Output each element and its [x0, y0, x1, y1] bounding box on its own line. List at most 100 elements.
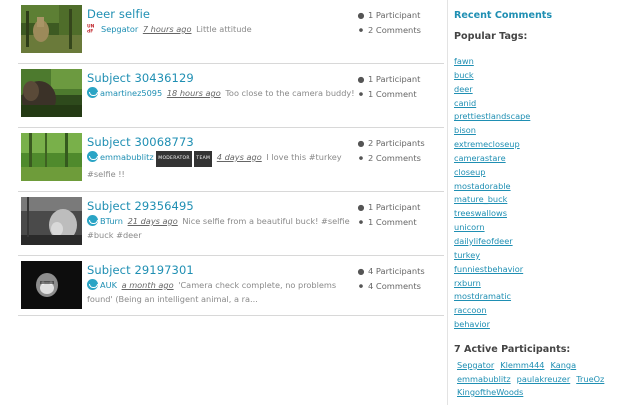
thread-title[interactable]: Subject 29356495 — [87, 199, 194, 213]
speech-bubble-icon: ⚫ — [357, 26, 365, 35]
tag-link[interactable]: unicorn — [454, 222, 485, 232]
popular-tags-list: fawn buck deer canid prettiestlandscape … — [454, 55, 530, 332]
comment-count: 2 Comments — [368, 25, 421, 35]
thread-title[interactable]: Deer selfie — [87, 7, 150, 21]
comment-count: 4 Comments — [368, 281, 421, 291]
avatar — [87, 215, 98, 226]
comment-text: Little attitude — [196, 24, 252, 34]
user-icon: ● — [357, 267, 365, 276]
tag-link[interactable]: mature_buck — [454, 194, 507, 204]
thread-row: Subject 29356495 BTurn 21 days ago Nice … — [18, 192, 444, 256]
avatar — [87, 279, 98, 290]
comment-time-link[interactable]: 4 days ago — [217, 152, 262, 162]
comment-text: Nice selfie from a beautiful buck! #self… — [87, 216, 350, 240]
tag-link[interactable]: mostadorable — [454, 181, 511, 191]
comment-author-link[interactable]: AUK — [100, 280, 117, 290]
participant-link[interactable]: emmabublitz — [457, 373, 511, 387]
speech-bubble-icon: ⚫ — [357, 218, 365, 227]
tag-link[interactable]: rxburn — [454, 278, 481, 288]
thread-thumbnail[interactable] — [21, 69, 82, 117]
comment-author-link[interactable]: emmabublitz — [100, 152, 154, 162]
comment-count: 2 Comments — [368, 153, 421, 163]
tag-link[interactable]: bison — [454, 125, 476, 135]
comment-time-link[interactable]: 7 hours ago — [143, 24, 192, 34]
speech-bubble-icon: ⚫ — [357, 90, 365, 99]
tag-link[interactable]: closeup — [454, 167, 485, 177]
discussion-list: Deer selfie UN dF Sepgator 7 hours ago Lit… — [18, 0, 444, 405]
thread-thumbnail[interactable] — [21, 261, 82, 309]
svg-text:dF: dF — [87, 29, 93, 34]
tag-link[interactable]: fawn — [454, 56, 474, 66]
thread-stats: ● 1 Participant ⚫ 1 Comment — [356, 200, 421, 230]
avatar — [87, 87, 98, 98]
user-icon: ● — [357, 11, 365, 20]
tag-link[interactable]: behavior — [454, 319, 490, 329]
thread-row: Subject 29197301 AUK a month ago 'Camera… — [18, 256, 444, 316]
thread-thumbnail[interactable] — [21, 133, 82, 181]
tag-link[interactable]: turkey — [454, 250, 480, 260]
participant-link[interactable]: Klemm444 — [500, 359, 544, 373]
participant-count: 1 Participant — [368, 10, 421, 20]
tag-link[interactable]: prettiestlandscape — [454, 111, 530, 121]
thread-stats: ● 1 Participant ⚫ 1 Comment — [356, 72, 421, 102]
thread-stats: ● 2 Participants ⚫ 2 Comments — [356, 136, 425, 166]
user-icon: ● — [357, 139, 365, 148]
tag-link[interactable]: buck — [454, 70, 474, 80]
team-badge: TEAM — [194, 151, 213, 167]
participant-link[interactable]: Kanga — [551, 359, 577, 373]
thread-row: Deer selfie UN dF Sepgator 7 hours ago Lit… — [18, 0, 444, 64]
moderator-badge: MODERATOR — [156, 151, 192, 167]
thread-row: Subject 30068773 emmabublitz MODERATOR T… — [18, 128, 444, 192]
thread-latest-comment: UN dF Sepgator 7 hours ago Little attitude — [87, 22, 355, 36]
comment-author-link[interactable]: Sepgator — [101, 24, 138, 34]
comment-time-link[interactable]: a month ago — [122, 280, 174, 290]
tag-link[interactable]: dailylifeofdeer — [454, 236, 513, 246]
participant-count: 2 Participants — [368, 138, 425, 148]
thread-latest-comment: amartinez5095 18 hours ago Too close to … — [87, 86, 355, 100]
tag-link[interactable]: raccoon — [454, 305, 487, 315]
user-icon: ● — [357, 203, 365, 212]
thread-latest-comment: BTurn 21 days ago Nice selfie from a bea… — [87, 214, 355, 242]
avatar — [87, 151, 98, 162]
comment-time-link[interactable]: 18 hours ago — [167, 88, 221, 98]
thread-latest-comment: AUK a month ago 'Camera check complete, … — [87, 278, 355, 306]
comment-author-link[interactable]: amartinez5095 — [100, 88, 162, 98]
participant-count: 1 Participant — [368, 202, 421, 212]
thread-thumbnail[interactable] — [21, 197, 82, 245]
participant-link[interactable]: paulakreuzer — [517, 373, 571, 387]
tag-link[interactable]: deer — [454, 84, 473, 94]
participant-count: 4 Participants — [368, 266, 425, 276]
recent-comments-link[interactable]: Recent Comments — [454, 10, 552, 21]
thread-title[interactable]: Subject 29197301 — [87, 263, 194, 277]
tag-link[interactable]: extremecloseup — [454, 139, 520, 149]
thread-stats: ● 4 Participants ⚫ 4 Comments — [356, 264, 425, 294]
comment-count: 1 Comment — [368, 89, 417, 99]
speech-bubble-icon: ⚫ — [357, 282, 365, 291]
comment-time-link[interactable]: 21 days ago — [128, 216, 178, 226]
speech-bubble-icon: ⚫ — [357, 154, 365, 163]
comment-author-link[interactable]: BTurn — [100, 216, 123, 226]
comment-text: Too close to the camera buddy! — [225, 88, 355, 98]
sidebar-divider — [447, 0, 448, 405]
popular-tags-heading: Popular Tags: — [454, 31, 528, 42]
thread-row: Subject 30436129 amartinez5095 18 hours … — [18, 64, 444, 128]
tag-link[interactable]: mostdramatic — [454, 291, 511, 301]
thread-title[interactable]: Subject 30068773 — [87, 135, 194, 149]
participant-link[interactable]: Sepgator — [457, 359, 494, 373]
tag-link[interactable]: canid — [454, 98, 476, 108]
participant-link[interactable]: TrueOz — [576, 373, 604, 387]
tag-link[interactable]: funniestbehavior — [454, 264, 523, 274]
user-logo-icon: UNdF — [87, 23, 98, 33]
thread-latest-comment: emmabublitz MODERATOR TEAM 4 days ago I … — [87, 150, 355, 181]
comment-count: 1 Comment — [368, 217, 417, 227]
thread-thumbnail[interactable] — [21, 5, 82, 53]
participant-count: 1 Participant — [368, 74, 421, 84]
user-icon: ● — [357, 75, 365, 84]
tag-link[interactable]: camerastare — [454, 153, 506, 163]
active-participants-list: Sepgator Klemm444 Kanga emmabublitz paulakre… — [457, 359, 637, 400]
thread-title[interactable]: Subject 30436129 — [87, 71, 194, 85]
participant-link[interactable]: KingoftheWoods — [457, 386, 523, 400]
active-participants-heading: 7 Active Participants: — [454, 344, 571, 355]
thread-stats: ● 1 Participant ⚫ 2 Comments — [356, 8, 421, 38]
tag-link[interactable]: treeswallows — [454, 208, 507, 218]
